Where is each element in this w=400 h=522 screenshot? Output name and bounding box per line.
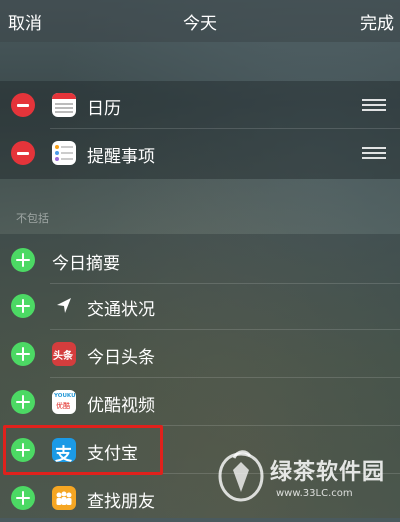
widget-row-toutiao: 头条 今日头条 — [0, 330, 400, 378]
watermark-brand: 绿茶软件园 — [270, 460, 386, 485]
widget-label: 查找朋友 — [87, 492, 155, 512]
location-arrow-icon — [52, 294, 76, 318]
remove-icon[interactable] — [11, 93, 35, 117]
youku-icon-text-top: YOUKU — [54, 393, 76, 399]
add-icon[interactable] — [11, 486, 35, 510]
watermark-logo-icon — [218, 450, 264, 502]
watermark: 绿茶软件园 www.33LC.com — [214, 444, 394, 514]
add-icon[interactable] — [11, 294, 35, 318]
widget-row-youku: YOUKU 优酷 优酷视频 — [0, 378, 400, 426]
toutiao-icon-text: 头条 — [53, 351, 73, 362]
youku-icon-text-bottom: 优酷 — [56, 402, 70, 410]
reminders-icon — [52, 141, 76, 165]
widget-row-traffic: 交通状况 — [0, 282, 400, 330]
add-icon[interactable] — [11, 342, 35, 366]
toutiao-icon: 头条 — [52, 342, 76, 366]
done-button[interactable]: 完成 — [360, 9, 394, 34]
widget-label: 今日头条 — [87, 348, 155, 368]
widget-label: 日历 — [87, 99, 121, 119]
highlight-box — [3, 425, 163, 475]
widget-label: 交通状况 — [87, 300, 155, 320]
excluded-section-header: 不包括 — [16, 212, 49, 225]
widget-row-reminders: 提醒事项 — [0, 129, 400, 177]
widget-row-calendar: 日历 — [0, 81, 400, 129]
cancel-button[interactable]: 取消 — [8, 9, 42, 34]
reorder-handle-icon[interactable] — [362, 147, 386, 159]
widget-row-today-summary: 今日摘要 — [0, 236, 400, 284]
page-title: 今天 — [183, 14, 217, 34]
youku-icon: YOUKU 优酷 — [52, 390, 76, 414]
widget-label: 优酷视频 — [87, 396, 155, 416]
find-friends-icon — [52, 486, 76, 510]
watermark-url: www.33LC.com — [276, 488, 353, 499]
remove-icon[interactable] — [11, 141, 35, 165]
included-widgets-list: 日历 提醒事项 — [0, 81, 400, 179]
add-icon[interactable] — [11, 390, 35, 414]
calendar-icon — [52, 93, 76, 117]
reorder-handle-icon[interactable] — [362, 99, 386, 111]
widget-label: 今日摘要 — [52, 254, 120, 274]
widget-label: 提醒事项 — [87, 147, 155, 167]
top-nav-bar: 取消 今天 完成 — [0, 0, 400, 42]
add-icon[interactable] — [11, 248, 35, 272]
